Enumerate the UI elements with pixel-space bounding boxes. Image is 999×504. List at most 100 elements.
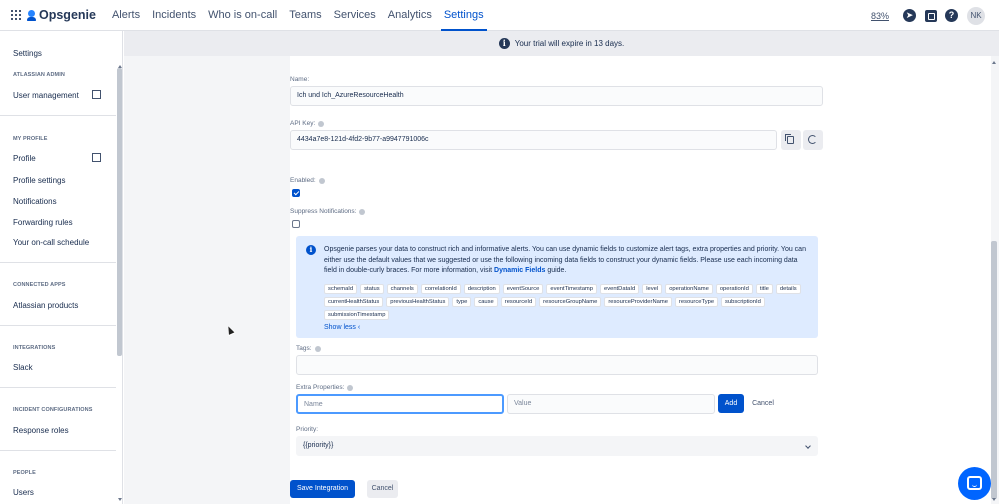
sidebar-heading-incident-configurations: INCIDENT CONFIGURATIONS [13,407,93,413]
incoming-field-tag: resourceGroupName [539,297,602,307]
nav-alerts[interactable]: Alerts [106,0,146,31]
incoming-field-tag: resourceId [500,297,537,307]
priority-value: {{priority}} [303,442,334,449]
main-scrollbar[interactable] [991,241,997,499]
incoming-field-tag: title [755,284,773,294]
incoming-field-tag: level [642,284,663,294]
opsgenie-logo[interactable]: Opsgenie [27,8,96,22]
incoming-field-tag: channels [386,284,418,294]
app-switcher-icon[interactable] [11,10,21,20]
api-key-label: API Key: [290,120,325,127]
nav-settings[interactable]: Settings [438,0,490,31]
tags-input[interactable] [296,355,818,375]
sidebar-scroll-down[interactable] [118,498,122,501]
tags-label: Tags: [296,345,321,352]
nav-incidents[interactable]: Incidents [146,0,202,31]
refresh-icon [808,135,817,144]
sidebar: Settings ATLASSIAN ADMIN User management… [0,31,123,504]
help-icon[interactable]: ? [945,9,958,22]
main-scroll-up[interactable] [992,61,996,64]
external-link-icon [92,152,102,162]
compass-icon[interactable]: ➤ [903,9,916,22]
extra-property-value-input[interactable]: Value [507,394,715,414]
cancel-button[interactable]: Cancel [367,480,398,498]
top-nav: Opsgenie Alerts Incidents Who is on-call… [0,0,999,31]
sidebar-divider [0,115,116,116]
sidebar-item-oncall-schedule[interactable]: Your on-call schedule [13,238,89,247]
suppress-notifications-checkbox[interactable] [292,220,300,228]
chat-icon [967,476,982,490]
nav-analytics[interactable]: Analytics [382,0,438,31]
enabled-checkbox[interactable] [292,189,300,197]
main-scroll-down[interactable] [992,498,996,501]
sidebar-scrollbar[interactable] [117,68,122,356]
help-icon[interactable] [347,384,354,391]
nav-services[interactable]: Services [328,0,382,31]
sidebar-item-notifications[interactable]: Notifications [13,197,57,206]
chat-support-button[interactable] [958,467,991,500]
nav-teams[interactable]: Teams [283,0,327,31]
sidebar-item-user-management[interactable]: User management [13,91,79,100]
info-icon: i [306,245,316,255]
sidebar-item-profile-settings[interactable]: Profile settings [13,176,65,185]
show-less-link[interactable]: Show less ‹ [324,324,360,331]
save-integration-button[interactable]: Save Integration [290,480,355,498]
sidebar-item-settings[interactable]: Settings [13,49,42,58]
incoming-field-tag: details [775,284,801,294]
dynamic-fields-info: i Opsgenie parses your data to construct… [296,236,818,338]
info-icon: i [498,38,510,49]
help-icon[interactable] [359,208,366,215]
suppress-notifications-label: Suppress Notifications: [290,208,366,215]
trial-banner: i Your trial will expire in 13 days. [124,31,999,56]
incoming-field-tag: cause [474,297,498,307]
help-icon[interactable] [318,120,325,127]
sidebar-divider [0,387,116,388]
info-text: Opsgenie parses your data to construct r… [324,246,806,274]
zoom-level[interactable]: 83% [871,11,889,21]
incoming-field-tag: currentHealthStatus [324,297,384,307]
sidebar-item-forwarding-rules[interactable]: Forwarding rules [13,218,73,227]
copy-api-key-button[interactable] [781,130,801,150]
dynamic-fields-link[interactable]: Dynamic Fields [494,267,545,274]
sidebar-item-users[interactable]: Users [13,488,34,497]
sidebar-heading-integrations: INTEGRATIONS [13,345,56,351]
avatar[interactable]: NK [967,6,985,25]
incoming-field-tag: schemaId [324,284,358,294]
incoming-field-tag: eventDataId [599,284,640,294]
copy-icon [785,134,794,144]
sidebar-divider [0,262,116,263]
help-icon[interactable] [318,177,325,184]
incoming-field-tag: eventSource [502,284,544,294]
trial-text: Your trial will expire in 13 days. [514,39,625,48]
nav-who-is-on-call[interactable]: Who is on-call [202,0,283,31]
whats-new-icon[interactable] [925,9,937,22]
incoming-field-tag: subscriptionId [721,297,765,307]
incoming-field-tag: operationName [665,284,713,294]
help-icon[interactable] [314,345,321,352]
logo-text: Opsgenie [39,8,96,22]
api-key-input[interactable]: 4434a7e8-121d-4fd2-9b77-a9947791006c [290,130,777,150]
sidebar-divider [0,450,116,451]
incoming-field-tag: previousHealthStatus [386,297,450,307]
sidebar-item-response-roles[interactable]: Response roles [13,426,69,435]
name-input[interactable]: Ich und Ich_AzureResourceHealth [290,86,823,106]
extra-property-name-input[interactable]: Name [296,394,504,414]
external-link-icon [92,89,102,99]
extra-properties-label: Extra Properties: [296,384,354,391]
main-content: i Your trial will expire in 13 days. Nam… [124,31,999,504]
cancel-extra-button[interactable]: Cancel [748,394,778,413]
priority-label: Priority: [296,426,319,433]
sidebar-heading-atlassian-admin: ATLASSIAN ADMIN [13,72,65,78]
sidebar-heading-connected-apps: CONNECTED APPS [13,282,66,288]
incoming-field-tag: resourceProviderName [604,297,672,307]
priority-select[interactable]: {{priority}} [296,436,818,456]
sidebar-item-profile[interactable]: Profile [13,154,36,163]
incoming-field-tag: operationId [715,284,753,294]
add-button[interactable]: Add [718,394,744,413]
incoming-field-tag: submissionTimestamp [324,310,390,320]
regenerate-api-key-button[interactable] [803,130,823,150]
sidebar-item-slack[interactable]: Slack [13,363,33,372]
sidebar-heading-people: PEOPLE [13,470,36,476]
chevron-down-icon [805,443,811,449]
sidebar-item-atlassian-products[interactable]: Atlassian products [13,301,78,310]
